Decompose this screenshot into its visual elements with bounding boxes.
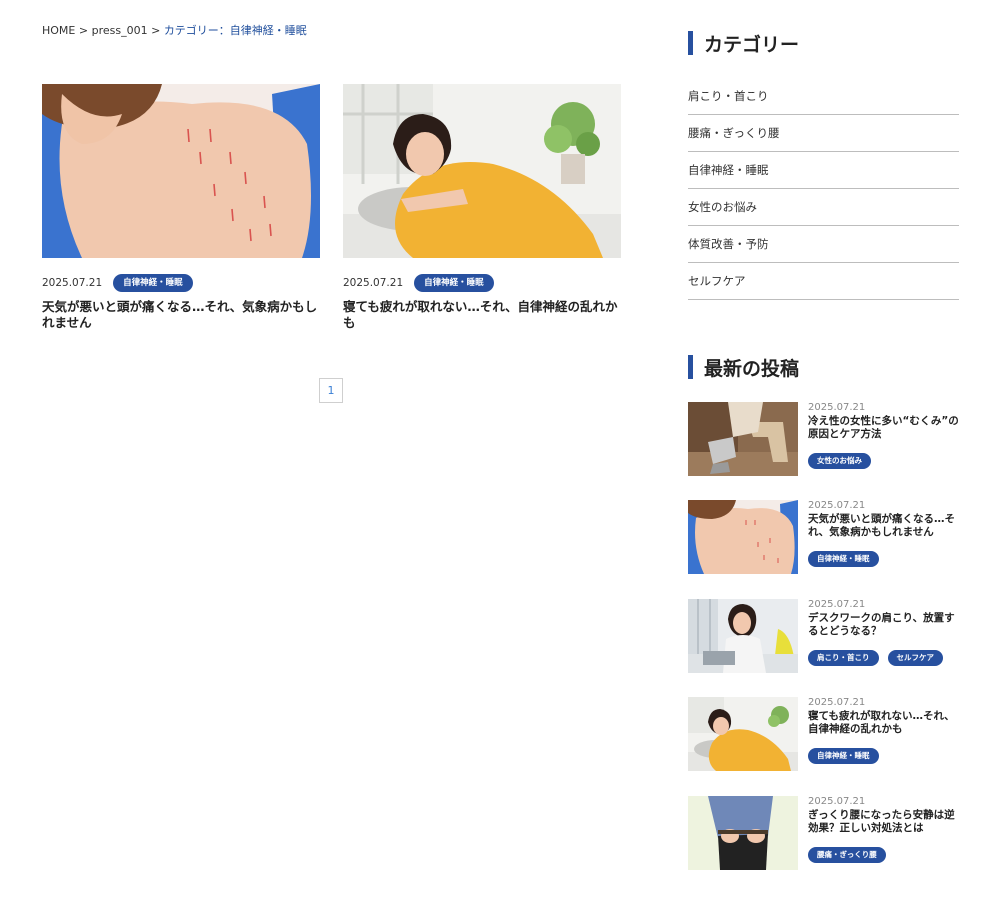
recent-post-title[interactable]: 天気が悪いと頭が痛くなる…それ、気象病かもしれません bbox=[808, 513, 960, 539]
recent-posts-heading-text: 最新の投稿 bbox=[704, 357, 800, 380]
breadcrumb-parent-link[interactable]: press_001 bbox=[92, 24, 148, 37]
recent-post-date: 2025.07.21 bbox=[808, 796, 866, 807]
category-tag[interactable]: 自律神経・睡眠 bbox=[113, 274, 193, 292]
recent-post-title[interactable]: 寝ても疲れが取れない…それ、自律神経の乱れかも bbox=[808, 710, 960, 736]
article-title[interactable]: 天気が悪いと頭が痛くなる…それ、気象病かもしれません bbox=[42, 299, 320, 331]
category-item[interactable]: 肩こり・首こり bbox=[688, 78, 959, 115]
article-title[interactable]: 寝ても疲れが取れない…それ、自律神経の乱れかも bbox=[343, 299, 621, 331]
breadcrumb-separator: > bbox=[151, 24, 161, 37]
categories-heading: カテゴリー bbox=[688, 31, 800, 56]
recent-post-thumbnail[interactable] bbox=[688, 500, 798, 574]
category-item[interactable]: セルフケア bbox=[688, 263, 959, 300]
breadcrumb-separator: > bbox=[78, 24, 89, 37]
category-item[interactable]: 自律神経・睡眠 bbox=[688, 152, 959, 189]
recent-post[interactable]: 2025.07.21 冷え性の女性に多い“むくみ”の原因とケア方法 女性のお悩み bbox=[688, 402, 960, 476]
recent-post[interactable]: 2025.07.21 ぎっくり腰になったら安静は逆効果？正しい対処法とは 腰痛・… bbox=[688, 796, 960, 870]
heading-accent-bar bbox=[688, 31, 693, 55]
breadcrumb: HOME > press_001 > カテゴリー：自律神経・睡眠 bbox=[42, 22, 307, 38]
categories-heading-text: カテゴリー bbox=[704, 33, 800, 56]
article-card[interactable]: 2025.07.21 自律神経・睡眠 天気が悪いと頭が痛くなる…それ、気象病かも… bbox=[42, 84, 320, 331]
breadcrumb-current: カテゴリー：自律神経・睡眠 bbox=[163, 24, 307, 37]
article-thumbnail-acupuncture[interactable] bbox=[42, 84, 320, 258]
recent-post-title[interactable]: ぎっくり腰になったら安静は逆効果？正しい対処法とは bbox=[808, 809, 960, 835]
heading-accent-bar bbox=[688, 355, 693, 379]
recent-post-thumbnail[interactable] bbox=[688, 402, 798, 476]
category-item[interactable]: 女性のお悩み bbox=[688, 189, 959, 226]
category-tag[interactable]: セルフケア bbox=[887, 650, 943, 666]
category-tag[interactable]: 肩こり・首こり bbox=[808, 650, 879, 666]
category-tag[interactable]: 自律神経・睡眠 bbox=[808, 748, 879, 764]
category-item[interactable]: 体質改善・予防 bbox=[688, 226, 959, 263]
article-date: 2025.07.21 bbox=[42, 277, 103, 289]
recent-post[interactable]: 2025.07.21 天気が悪いと頭が痛くなる…それ、気象病かもしれません 自律… bbox=[688, 500, 960, 574]
article-date: 2025.07.21 bbox=[343, 277, 404, 289]
recent-post-thumbnail[interactable] bbox=[688, 599, 798, 673]
recent-post-date: 2025.07.21 bbox=[808, 500, 866, 511]
recent-post-date: 2025.07.21 bbox=[808, 402, 866, 413]
breadcrumb-home-link[interactable]: HOME bbox=[42, 24, 75, 37]
category-item[interactable]: 腰痛・ぎっくり腰 bbox=[688, 115, 959, 152]
recent-posts-heading: 最新の投稿 bbox=[688, 355, 800, 380]
recent-post-thumbnail[interactable] bbox=[688, 697, 798, 771]
recent-post[interactable]: 2025.07.21 寝ても疲れが取れない…それ、自律神経の乱れかも 自律神経・… bbox=[688, 697, 960, 771]
article-thumbnail-sleeping-woman[interactable] bbox=[343, 84, 621, 258]
category-tag[interactable]: 自律神経・睡眠 bbox=[414, 274, 494, 292]
category-tag[interactable]: 腰痛・ぎっくり腰 bbox=[808, 847, 886, 863]
recent-post-title[interactable]: デスクワークの肩こり、放置するとどうなる？ bbox=[808, 612, 960, 638]
recent-post-date: 2025.07.21 bbox=[808, 599, 866, 610]
category-list: 肩こり・首こり 腰痛・ぎっくり腰 自律神経・睡眠 女性のお悩み 体質改善・予防 … bbox=[688, 78, 959, 300]
recent-post[interactable]: 2025.07.21 デスクワークの肩こり、放置するとどうなる？ 肩こり・首こり… bbox=[688, 599, 960, 673]
article-card[interactable]: 2025.07.21 自律神経・睡眠 寝ても疲れが取れない…それ、自律神経の乱れ… bbox=[343, 84, 621, 331]
pagination-page-1[interactable]: 1 bbox=[319, 378, 343, 403]
category-tag[interactable]: 女性のお悩み bbox=[808, 453, 871, 469]
recent-post-thumbnail[interactable] bbox=[688, 796, 798, 870]
category-tag[interactable]: 自律神経・睡眠 bbox=[808, 551, 879, 567]
recent-post-title[interactable]: 冷え性の女性に多い“むくみ”の原因とケア方法 bbox=[808, 415, 960, 441]
recent-post-date: 2025.07.21 bbox=[808, 697, 866, 708]
